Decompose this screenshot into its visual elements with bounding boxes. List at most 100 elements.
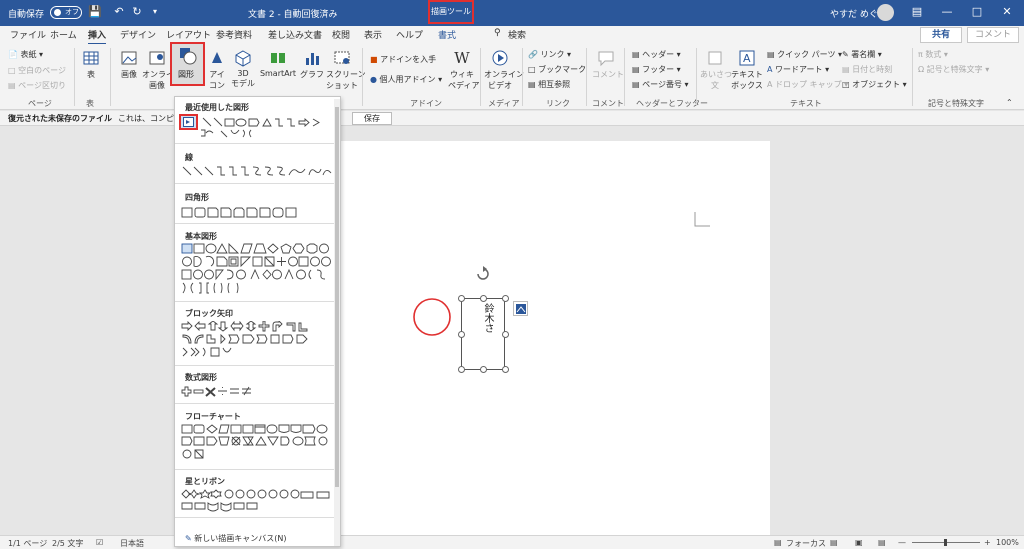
tab-view[interactable]: 表示 xyxy=(364,28,382,41)
document-page[interactable]: 鈴木さ xyxy=(341,141,770,536)
tab-mailings[interactable]: 差し込み文書 xyxy=(268,28,322,41)
gallery-scrollbar[interactable] xyxy=(334,99,340,546)
focus-icon[interactable]: ▤ xyxy=(774,538,782,547)
screenshot-button[interactable]: スクリーン ショット xyxy=(326,49,366,91)
search-label[interactable]: 検索 xyxy=(508,28,526,41)
get-addins-label: アドインを入手 xyxy=(380,55,437,64)
smartart-button[interactable]: SmartArt xyxy=(258,49,298,78)
chart-button[interactable]: グラフ xyxy=(300,49,324,80)
scrollbar-thumb[interactable] xyxy=(335,107,339,487)
footer-button[interactable]: ▤ フッター ▾ xyxy=(632,64,681,75)
basic-shapes-grid[interactable] xyxy=(181,243,333,295)
header-button[interactable]: ▤ ヘッダー ▾ xyxy=(632,49,681,60)
save-icon[interactable]: 💾 xyxy=(88,5,102,19)
object-button[interactable]: □ オブジェクト ▾ xyxy=(842,79,907,90)
new-comment-button[interactable]: コメント xyxy=(592,49,624,80)
undo-icon[interactable]: ↶ xyxy=(112,5,126,19)
tab-references[interactable]: 参考資料 xyxy=(216,28,252,41)
wordart-button[interactable]: A ワードアート ▾ xyxy=(767,64,829,75)
flowchart-grid[interactable] xyxy=(181,424,333,462)
customize-qat-icon[interactable]: ▾ xyxy=(148,5,162,19)
date-time-button[interactable]: ▤ 日付と時刻 xyxy=(842,64,892,75)
minimize-icon[interactable]: — xyxy=(940,5,954,18)
equation-button[interactable]: π 数式 ▾ xyxy=(918,49,948,60)
page-break-button[interactable]: ▤ ページ区切り xyxy=(8,80,66,91)
3d-models-button[interactable]: 3D モデル xyxy=(230,49,256,89)
tab-layout[interactable]: レイアウト xyxy=(166,28,211,41)
equation-shapes-row[interactable] xyxy=(181,386,261,398)
vertical-textbox[interactable]: 鈴木さ xyxy=(461,298,505,370)
blank-page-button[interactable]: □ 空白のページ xyxy=(8,65,66,76)
share-button[interactable]: 共有 xyxy=(920,27,962,43)
tab-help[interactable]: ヘルプ xyxy=(396,28,423,41)
layout-options-button[interactable] xyxy=(513,301,528,316)
zoom-in-button[interactable]: + xyxy=(984,538,991,547)
resize-handle[interactable] xyxy=(502,366,509,373)
signature-line-button[interactable]: ✎ 署名欄 ▾ xyxy=(842,49,882,60)
symbol-button[interactable]: Ω 記号と特殊文字 ▾ xyxy=(918,64,989,75)
drop-cap-button[interactable]: A ドロップ キャップ ▾ xyxy=(767,79,848,90)
lines-row[interactable] xyxy=(181,165,333,179)
my-addins-button[interactable]: ● 個人用アドイン ▾ xyxy=(370,74,442,85)
signature-line-label: 署名欄 xyxy=(851,50,876,59)
read-mode-icon[interactable]: ▤ xyxy=(830,538,838,547)
zoom-slider-thumb[interactable] xyxy=(944,539,947,546)
comments-button[interactable]: コメント xyxy=(967,27,1019,43)
recent-shapes-row[interactable] xyxy=(201,116,331,140)
save-recovered-button[interactable]: 保存 xyxy=(352,112,392,125)
maximize-icon[interactable]: □ xyxy=(970,5,984,18)
tab-file[interactable]: ファイル xyxy=(10,28,46,41)
stars-ribbons-grid[interactable] xyxy=(181,489,333,513)
picture-button[interactable]: 画像 xyxy=(116,49,142,80)
rectangles-row[interactable] xyxy=(181,207,301,219)
resize-handle[interactable] xyxy=(502,295,509,302)
block-arrows-grid[interactable] xyxy=(181,321,333,361)
resize-handle[interactable] xyxy=(458,331,465,338)
zoom-level[interactable]: 100% xyxy=(996,538,1019,547)
tab-review[interactable]: 校閲 xyxy=(332,28,350,41)
resize-handle[interactable] xyxy=(458,295,465,302)
zoom-out-button[interactable]: — xyxy=(898,538,906,547)
tab-design[interactable]: デザイン xyxy=(120,28,156,41)
proofing-icon[interactable]: ☑ xyxy=(96,538,103,547)
shapes-button[interactable]: 図形 xyxy=(170,42,205,86)
online-picture-button[interactable]: オンライン 画像 xyxy=(142,49,182,91)
redo-icon[interactable]: ↻ xyxy=(130,5,144,19)
page-number-button[interactable]: ▤ ページ番号 ▾ xyxy=(632,79,689,90)
word-count[interactable]: 2/5 文字 xyxy=(52,538,83,549)
link-button[interactable]: 🔗 リンク ▾ xyxy=(528,49,571,60)
greeting-button[interactable]: あいさつ文 xyxy=(700,49,732,91)
rotate-handle-icon[interactable] xyxy=(475,266,491,282)
wikipedia-button[interactable]: W ウィキ ペディア xyxy=(448,49,479,91)
page-count[interactable]: 1/1 ページ xyxy=(8,538,47,549)
avatar[interactable] xyxy=(877,4,894,21)
close-icon[interactable]: ✕ xyxy=(1000,5,1014,18)
table-button[interactable]: 表 xyxy=(80,49,102,80)
focus-mode[interactable]: フォーカス xyxy=(786,538,826,549)
textbox-button[interactable]: A テキスト ボックス xyxy=(730,49,764,91)
online-video-button[interactable]: オンライン ビデオ xyxy=(484,49,524,91)
autosave-toggle[interactable]: オフ xyxy=(50,6,82,19)
drawing-tools-context-tab[interactable]: 描画ツール xyxy=(428,0,474,24)
get-addins-button[interactable]: ■ アドインを入手 xyxy=(370,54,436,65)
tab-format[interactable]: 書式 xyxy=(438,28,456,41)
cross-reference-button[interactable]: ▤ 相互参照 xyxy=(528,79,570,90)
recent-textbox-shape[interactable] xyxy=(179,114,198,130)
tab-insert[interactable]: 挿入 xyxy=(88,28,107,45)
tab-home[interactable]: ホーム xyxy=(50,28,77,41)
icons-button[interactable]: アイ コン xyxy=(206,49,228,91)
language[interactable]: 日本語 xyxy=(120,538,144,549)
bookmark-button[interactable]: □ ブックマーク xyxy=(528,64,586,75)
ribbon-display-icon[interactable]: ▤ xyxy=(910,5,924,18)
resize-handle[interactable] xyxy=(458,366,465,373)
quick-parts-button[interactable]: ▤ クイック パーツ ▾ xyxy=(767,49,842,60)
collapse-ribbon-icon[interactable]: ⌃ xyxy=(1006,98,1013,107)
resize-handle[interactable] xyxy=(480,366,487,373)
search-icon[interactable]: ⚲ xyxy=(494,28,501,38)
resize-handle[interactable] xyxy=(480,295,487,302)
web-layout-icon[interactable]: ▤ xyxy=(878,538,886,547)
cover-page-button[interactable]: 📄 表紙 ▾ xyxy=(8,49,43,60)
new-drawing-canvas-item[interactable]: ✎ 新しい描画キャンバス(N) xyxy=(185,533,286,544)
print-layout-icon[interactable]: ▣ xyxy=(855,538,863,547)
resize-handle[interactable] xyxy=(502,331,509,338)
